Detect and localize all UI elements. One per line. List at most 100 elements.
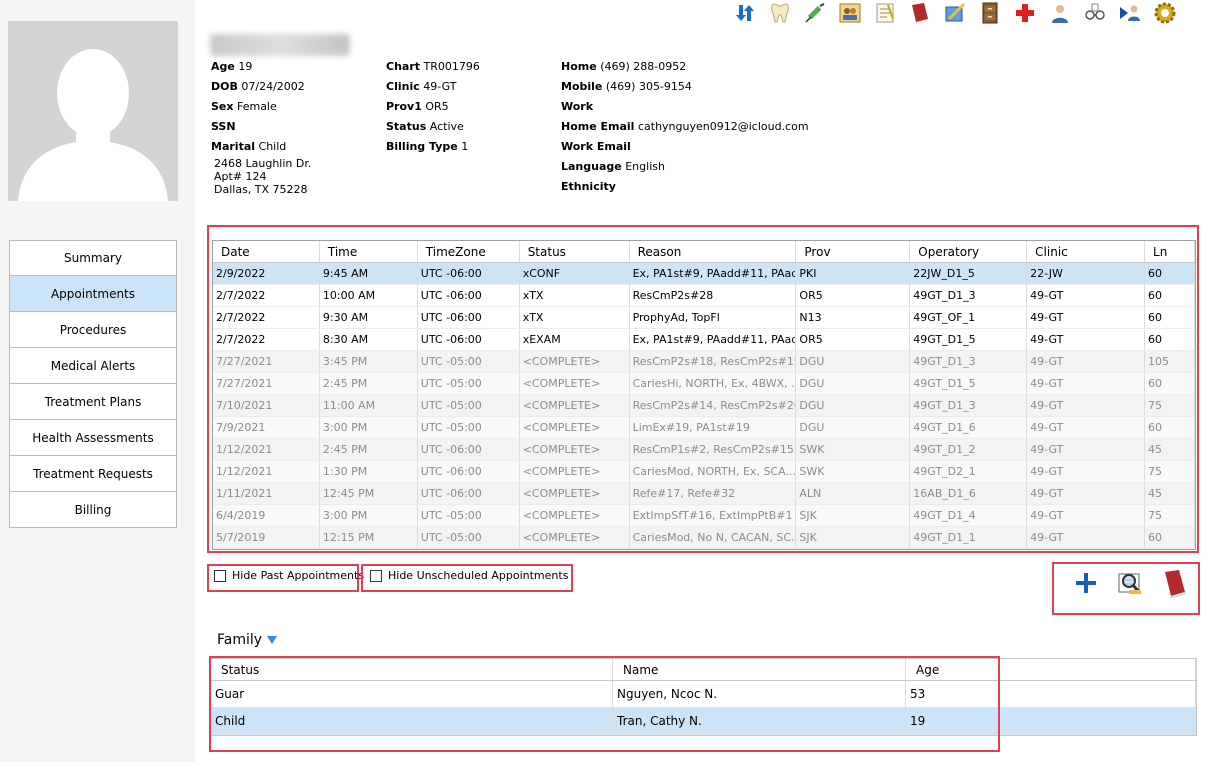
column-header[interactable]: Reason (630, 241, 797, 262)
table-row[interactable]: 1/12/2021 2:45 PM UTC -06:00 <COMPLETE> ResC… (213, 439, 1195, 461)
table-row[interactable]: 1/12/2021 1:30 PM UTC -06:00 <COMPLETE> Cari… (213, 461, 1195, 483)
home-email-row: Home Email cathynguyen0912@icloud.com (561, 120, 809, 133)
checkbox-box[interactable] (370, 569, 382, 582)
table-cell: 105 (1145, 351, 1195, 372)
table-cell: N13 (796, 307, 911, 328)
book-icon[interactable] (905, 0, 935, 26)
nav-appointments[interactable]: Appointments (9, 276, 177, 312)
refresh-icon[interactable] (730, 0, 760, 26)
table-row[interactable]: 7/9/2021 3:00 PM UTC -05:00 <COMPLETE> LimEx… (213, 417, 1195, 439)
mobile-phone-row: Mobile (469) 305-9154 (561, 80, 692, 93)
nav-summary[interactable]: Summary (9, 240, 177, 276)
table-row[interactable]: 2/7/2022 8:30 AM UTC -06:00 xEXAM Ex, PA1st#… (213, 329, 1195, 351)
table-cell: UTC -06:00 (418, 285, 520, 306)
nav-health-assessments[interactable]: Health Assessments (9, 420, 177, 456)
table-cell: <COMPLETE> (519, 527, 630, 548)
table-cell: OR5 (796, 285, 911, 306)
forward-user-icon[interactable] (1115, 0, 1145, 26)
person-icon[interactable] (1045, 0, 1075, 26)
family-highlight-box (209, 656, 1000, 752)
table-cell: 60 (1145, 373, 1195, 394)
add-icon[interactable] (1070, 567, 1102, 599)
pencil-chart-icon[interactable] (940, 0, 970, 26)
table-cell: 49GT_D1_6 (910, 417, 1028, 438)
table-cell: 7/10/2021 (213, 395, 320, 416)
column-header[interactable]: Prov (796, 241, 911, 262)
table-row[interactable]: 1/11/2021 12:45 PM UTC -06:00 <COMPLETE> Ref… (213, 483, 1195, 505)
prov1-row: Prov1 OR5 (386, 100, 449, 113)
table-cell: 49-GT (1027, 351, 1146, 372)
table-row[interactable]: 7/10/2021 11:00 AM UTC -05:00 <COMPLETE> Res… (213, 395, 1195, 417)
family-section-title[interactable]: Family (217, 632, 278, 648)
table-cell: 12:45 PM (319, 483, 418, 504)
nav-medical-alerts[interactable]: Medical Alerts (9, 348, 177, 384)
ssn-row: SSN (211, 120, 236, 133)
patient-info-col-2: Chart TR001796 Clinic 49-GT Prov1 OR5 St… (386, 57, 480, 157)
nav-billing[interactable]: Billing (9, 492, 177, 528)
table-row[interactable]: 5/7/2019 12:15 PM UTC -05:00 <COMPLETE> Cari… (213, 527, 1195, 549)
table-row[interactable]: 2/9/2022 9:45 AM UTC -06:00 xCONF Ex, PA1st#… (213, 263, 1195, 285)
nav-treatment-requests[interactable]: Treatment Requests (9, 456, 177, 492)
table-cell: PKI (796, 263, 911, 284)
table-cell: 22JW_D1_5 (910, 263, 1028, 284)
marital-row: Marital Child (211, 140, 287, 153)
column-header[interactable]: Status (520, 241, 630, 262)
table-row[interactable]: 7/27/2021 3:45 PM UTC -05:00 <COMPLETE> ResC… (213, 351, 1195, 373)
medical-cross-icon[interactable] (1010, 0, 1040, 26)
table-cell: 7/9/2021 (213, 417, 320, 438)
table-row[interactable]: 7/27/2021 2:45 PM UTC -05:00 <COMPLETE> Cari… (213, 373, 1195, 395)
column-header[interactable]: Ln (1145, 241, 1195, 262)
table-cell: UTC -05:00 (417, 505, 520, 526)
search-report-icon[interactable] (1114, 567, 1146, 599)
nav-procedures[interactable]: Procedures (9, 312, 177, 348)
table-cell: 60 (1145, 307, 1195, 328)
family-icon[interactable] (835, 0, 865, 26)
glasses-icon[interactable] (1080, 0, 1110, 26)
tooth-icon[interactable] (765, 0, 795, 26)
table-cell: UTC -06:00 (417, 461, 520, 482)
column-header[interactable]: Operatory (910, 241, 1028, 262)
table-row[interactable]: 6/4/2019 3:00 PM UTC -05:00 <COMPLETE> ExtIm… (213, 505, 1195, 527)
table-cell: UTC -06:00 (417, 483, 520, 504)
table-cell: UTC -05:00 (417, 395, 520, 416)
column-header[interactable]: Time (320, 241, 418, 262)
hide-past-checkbox[interactable]: Hide Past Appointments (214, 569, 364, 582)
appointments-grid: Date Time TimeZone Status Reason Prov Operator… (212, 240, 1196, 550)
table-cell: 49-GT (1027, 483, 1146, 504)
table-row[interactable]: 2/7/2022 9:30 AM UTC -06:00 xTX ProphyAd, To… (213, 307, 1195, 329)
table-cell: xCONF (520, 263, 630, 284)
syringe-icon[interactable] (800, 0, 830, 26)
patient-address: 2468 Laughlin Dr. Apt# 124 Dallas, TX 75… (214, 157, 312, 196)
hide-unscheduled-checkbox[interactable]: Hide Unscheduled Appointments (370, 569, 568, 582)
table-cell: ResCmP1s#2, ResCmP2s#15 (629, 439, 797, 460)
table-row[interactable]: 2/7/2022 10:00 AM UTC -06:00 xTX ResCmP2s#28… (213, 285, 1195, 307)
cabinet-icon[interactable] (975, 0, 1005, 26)
notes-icon[interactable] (870, 0, 900, 26)
gear-icon[interactable] (1150, 0, 1180, 26)
book-icon[interactable] (1158, 567, 1190, 599)
table-cell: 49-GT (1027, 461, 1146, 482)
table-cell: <COMPLETE> (519, 483, 630, 504)
table-cell: 60 (1145, 417, 1195, 438)
table-cell: 9:45 AM (320, 263, 418, 284)
work-phone-row: Work (561, 100, 594, 113)
checkbox-box[interactable] (214, 569, 226, 582)
table-cell: 49-GT (1027, 395, 1146, 416)
table-cell: SJK (796, 527, 911, 548)
table-cell: ResCmP2s#18, ResCmP2s#19... (629, 351, 797, 372)
table-cell: Refe#17, Refe#32 (629, 483, 797, 504)
column-header[interactable]: TimeZone (418, 241, 520, 262)
column-header[interactable]: Date (213, 241, 320, 262)
table-cell: DGU (796, 373, 911, 394)
expand-triangle-icon[interactable] (266, 634, 278, 646)
home-phone-row: Home (469) 288-0952 (561, 60, 687, 73)
column-header[interactable]: Clinic (1027, 241, 1146, 262)
table-cell: CariesMod, No N, CACAN, SC... (629, 527, 797, 548)
nav-treatment-plans[interactable]: Treatment Plans (9, 384, 177, 420)
table-cell: 11:00 AM (319, 395, 418, 416)
table-cell: 49GT_D1_5 (910, 373, 1028, 394)
table-cell: 49-GT (1027, 285, 1146, 306)
table-cell: <COMPLETE> (519, 417, 630, 438)
table-cell: 9:30 AM (320, 307, 418, 328)
table-cell: 12:15 PM (319, 527, 418, 548)
